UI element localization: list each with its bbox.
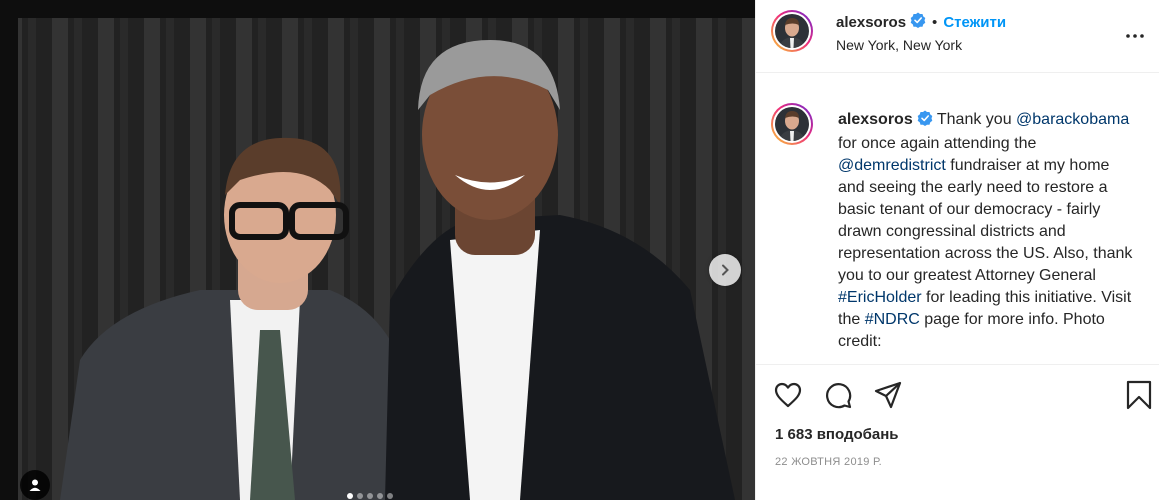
heart-icon (774, 382, 802, 408)
likes-count[interactable]: 1 683 вподобань (775, 426, 899, 443)
caption-text-part: for once again attending the (838, 135, 1037, 152)
post-header: alexsoros • Стежити New York, New York (756, 0, 1159, 73)
post-photo[interactable] (0, 0, 755, 500)
location-link[interactable]: New York, New York (836, 37, 962, 53)
carousel-next-button[interactable] (709, 254, 741, 286)
carousel-dot (357, 493, 363, 499)
share-icon (874, 381, 902, 409)
comment-button[interactable] (822, 379, 854, 411)
carousel-dot-active (347, 493, 353, 499)
carousel-indicator (347, 493, 393, 499)
caption-username[interactable]: alexsoros (838, 111, 913, 128)
verified-badge-icon (917, 110, 933, 133)
hashtag-link[interactable]: #NDRC (865, 311, 920, 328)
header-avatar[interactable] (771, 10, 813, 52)
separator-dot: • (932, 13, 938, 31)
caption-text-part: fundraiser at my home and seeing the ear… (838, 157, 1133, 284)
post-date[interactable]: 22 ЖОВТНЯ 2019 Р. (775, 456, 882, 468)
chevron-right-icon (722, 264, 729, 276)
avatar-image (775, 14, 809, 48)
comment-icon (826, 383, 852, 409)
caption-section: alexsoros Thank you @barackobama for onc… (756, 73, 1159, 363)
carousel-dot (367, 493, 373, 499)
follow-button[interactable]: Стежити (943, 14, 1006, 31)
verified-badge-icon (910, 12, 926, 32)
mention-link[interactable]: @barackobama (1016, 111, 1129, 128)
avatar-image (775, 107, 809, 141)
header-username[interactable]: alexsoros (836, 14, 906, 31)
more-options-button[interactable] (1123, 24, 1147, 48)
caption-text-part: Thank you (932, 111, 1017, 128)
more-options-icon (1126, 34, 1144, 38)
caption-avatar[interactable] (771, 103, 813, 145)
bookmark-icon (1126, 380, 1152, 410)
caption-text: alexsoros Thank you @barackobama for onc… (838, 109, 1138, 353)
like-button[interactable] (772, 379, 804, 411)
post-actions: 1 683 вподобань 22 ЖОВТНЯ 2019 Р. (756, 364, 1159, 500)
hashtag-link[interactable]: #EricHolder (838, 289, 922, 306)
share-button[interactable] (872, 379, 904, 411)
post-image (0, 0, 755, 500)
mention-link[interactable]: @demredistrict (838, 157, 946, 174)
carousel-dot (387, 493, 393, 499)
save-button[interactable] (1123, 379, 1155, 411)
user-tags-button[interactable] (20, 470, 50, 500)
user-tag-icon (29, 479, 41, 491)
post-details-pane: alexsoros • Стежити New York, New York a… (755, 0, 1159, 500)
carousel-dot (377, 493, 383, 499)
